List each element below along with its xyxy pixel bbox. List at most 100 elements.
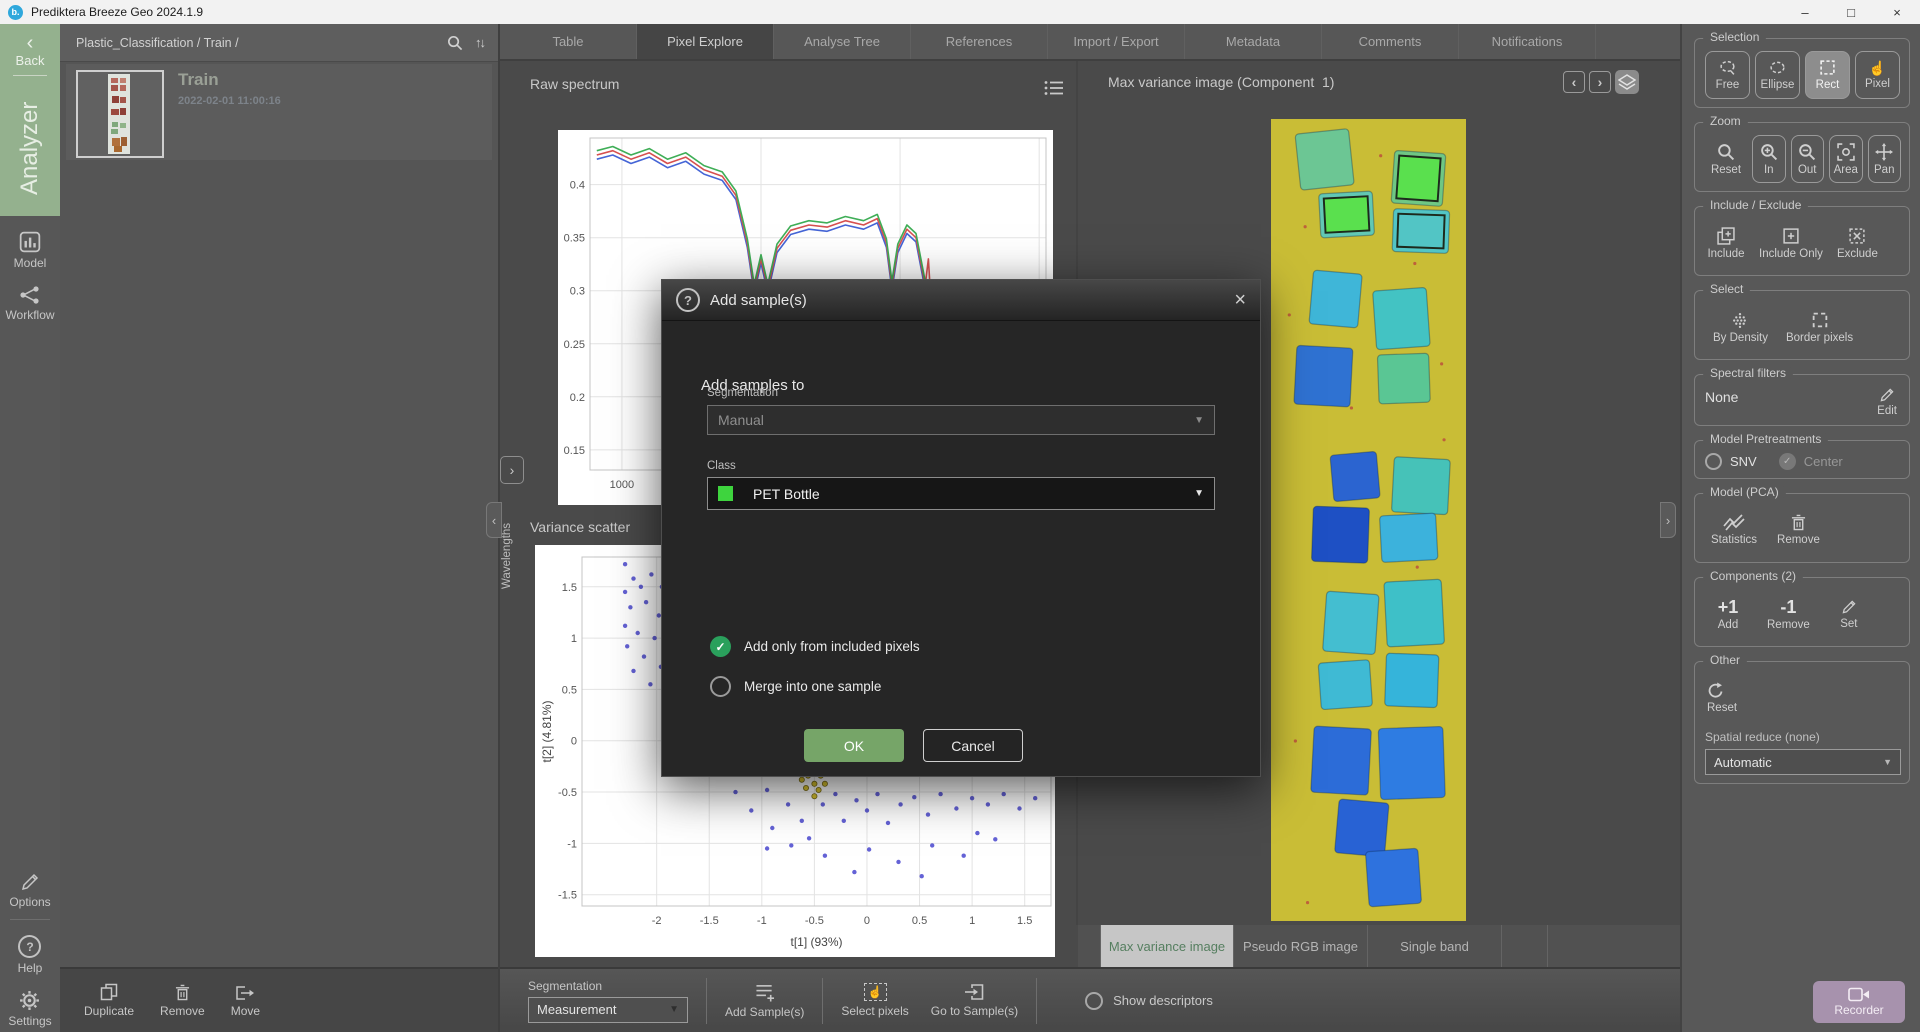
layers-button[interactable] [1615,70,1639,94]
divider [706,978,707,1024]
sidebar-item-workflow[interactable]: Workflow [5,285,54,322]
remove-model-button[interactable]: Remove [1775,506,1822,554]
svg-text:0.5: 0.5 [562,684,577,696]
tab-analyse-tree[interactable]: Analyse Tree [774,24,911,59]
statistics-button[interactable]: Statistics [1709,506,1759,554]
sample-card-train[interactable]: Train 2022-02-01 11:00:16 [66,64,492,160]
duplicate-button[interactable]: Duplicate [84,983,134,1018]
button-label: Go to Sample(s) [931,1004,1018,1018]
pencil-icon [1841,599,1857,615]
set-components-button[interactable]: Set [1828,590,1870,638]
sidebar-item-label: Settings [8,1014,51,1028]
by-density-button[interactable]: By Density [1711,303,1770,351]
chart-menu-icon[interactable] [1044,80,1064,96]
border-pixels-button[interactable]: Border pixels [1784,303,1855,351]
segmentation-label: Segmentation [528,979,688,993]
analyzer-section[interactable]: ‹ Back Analyzer [0,24,60,216]
max-variance-image[interactable] [1271,119,1466,921]
zoom-in-button[interactable]: In [1752,135,1786,183]
button-label: Add Sample(s) [725,1005,804,1019]
select-pixels-button[interactable]: ☝ Select pixels [841,983,908,1018]
goto-samples-button[interactable]: Go to Sample(s) [931,983,1018,1018]
svg-text:1.5: 1.5 [562,582,577,594]
tab-references[interactable]: References [911,24,1048,59]
prev-component-button[interactable]: ‹ [1563,71,1585,93]
image-tab-single-band[interactable]: Single band [1368,925,1502,967]
add-samples-button[interactable]: Add Sample(s) [725,983,804,1019]
image-tab-max-variance-image[interactable]: Max variance image [1100,925,1234,967]
snv-radio[interactable] [1705,453,1722,470]
exclude-button[interactable]: Exclude [1835,219,1880,267]
checked-checkbox-icon[interactable]: ✓ [710,636,731,657]
recorder-button[interactable]: Recorder [1813,981,1905,1023]
move-button[interactable]: Move [231,984,260,1018]
goto-samples-icon [964,983,984,1001]
zoom-reset-button[interactable]: Reset [1705,135,1747,183]
image-tab-pseudo-rgb-image[interactable]: Pseudo RGB image [1234,925,1368,967]
ok-button[interactable]: OK [804,729,904,762]
reset-other-button[interactable]: Reset [1705,674,1901,722]
dialog-segmentation-dropdown[interactable]: Manual ▼ [707,405,1215,435]
included-pixels-checkbox-row[interactable]: ✓ Add only from included pixels [710,636,920,657]
help-icon[interactable]: ? [676,288,700,312]
dialog-header[interactable]: ? Add sample(s) × [662,280,1260,321]
tab-import-export[interactable]: Import / Export [1048,24,1185,59]
tab-comments[interactable]: Comments [1322,24,1459,59]
dropdown-value: Automatic [1714,755,1772,770]
search-icon[interactable] [446,34,463,51]
statistics-icon [1723,514,1745,531]
include-button[interactable]: Include [1705,219,1747,267]
tab-metadata[interactable]: Metadata [1185,24,1322,59]
sort-icon[interactable]: ↑↓ [475,35,484,50]
zoom-pan-button[interactable]: Pan [1868,135,1902,183]
minimize-button[interactable]: – [1782,0,1828,24]
lasso-icon [1719,59,1736,76]
svg-text:-1: -1 [757,915,767,927]
remove-button[interactable]: Remove [160,984,205,1018]
app-logo-icon: b. [8,5,23,20]
back-button[interactable]: Back [16,53,45,68]
segmentation-dropdown[interactable]: Measurement ▼ [528,997,688,1023]
wavelengths-expand-button[interactable]: › [500,456,524,484]
button-label: Free [1716,79,1740,91]
button-label: Pan [1874,164,1894,176]
ellipse-select-button[interactable]: Ellipse [1755,51,1800,99]
remove-component-button[interactable]: -1 Remove [1765,590,1812,638]
free-select-button[interactable]: Free [1705,51,1750,99]
wavelengths-tab[interactable]: Wavelengths [501,489,513,589]
dialog-class-dropdown[interactable]: PET Bottle ▼ [707,477,1215,510]
button-label: Exclude [1837,248,1878,260]
radio-icon[interactable] [710,676,731,697]
breadcrumb[interactable]: Plastic_Classification / Train / [76,36,239,50]
sidebar-item-options[interactable]: Options [9,872,50,909]
merge-radio-row[interactable]: Merge into one sample [710,676,881,697]
reset-circular-arrow-icon [1707,682,1724,699]
include-only-button[interactable]: Include Only [1757,219,1825,267]
cancel-button[interactable]: Cancel [923,729,1023,762]
sidebar-item-settings[interactable]: Settings [8,990,51,1028]
tab-pixel-explore[interactable]: Pixel Explore [637,24,774,59]
collapse-right-panel-handle[interactable]: › [1660,502,1676,538]
zoom-out-button[interactable]: Out [1791,135,1825,183]
svg-text:-1: -1 [567,838,577,850]
tab-table[interactable]: Table [500,24,637,59]
collapse-left-panel-handle[interactable]: ‹ [486,502,502,538]
tab-notifications[interactable]: Notifications [1459,24,1596,59]
rect-select-button[interactable]: Rect [1805,51,1850,99]
sidebar-item-help[interactable]: ? Help [18,935,43,975]
center-checkbox[interactable]: ✓ [1779,453,1796,470]
pixel-select-button[interactable]: ☝ Pixel [1855,51,1900,99]
edit-spectral-filters-button[interactable]: Edit [1877,387,1897,417]
dropdown-value: Manual [718,412,764,428]
add-component-button[interactable]: +1 Add [1707,590,1749,638]
next-component-button[interactable]: › [1589,71,1611,93]
spatial-reduce-dropdown[interactable]: Automatic ▼ [1705,749,1901,775]
chevron-down-icon: ▼ [1194,488,1204,499]
show-descriptors-toggle[interactable]: Show descriptors [1085,992,1213,1010]
maximize-button[interactable]: □ [1828,0,1874,24]
zoom-area-button[interactable]: Area [1829,135,1863,183]
close-button[interactable]: × [1874,0,1920,24]
duplicate-icon [100,983,118,1001]
sidebar-item-model[interactable]: Model [14,231,47,270]
close-icon[interactable]: × [1234,290,1246,310]
